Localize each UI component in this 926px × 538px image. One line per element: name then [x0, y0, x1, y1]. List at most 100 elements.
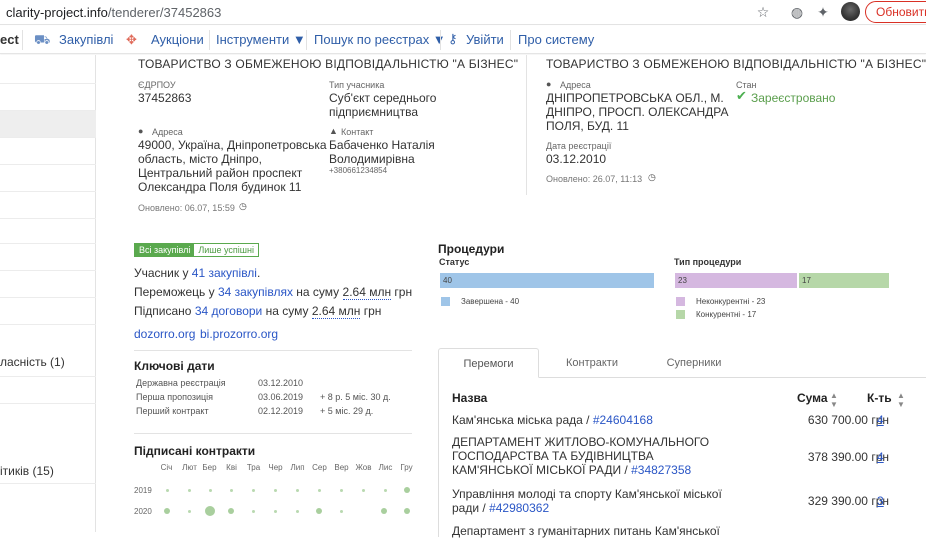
- address-bar[interactable]: clarity-project.info/tenderer/37452863: [6, 5, 221, 20]
- profile-avatar[interactable]: [841, 2, 860, 21]
- sort-icon[interactable]: ▲ ▼: [897, 391, 905, 409]
- dozorro-link[interactable]: dozorro.org: [134, 327, 195, 341]
- contract-dot[interactable]: [274, 510, 277, 513]
- address-line: Центральний район проспект: [138, 166, 303, 180]
- bookmark-star-icon[interactable]: ☆: [754, 3, 772, 21]
- all-tenders-toggle[interactable]: Всі закупівлі: [135, 244, 195, 256]
- contracts-sum[interactable]: 2.64 млн: [311, 304, 361, 319]
- type-bar-noncompetitive[interactable]: 23: [675, 273, 797, 288]
- table-row-name: Управління молоді та спорту Кам'янської …: [452, 487, 732, 515]
- sidebar-item[interactable]: [0, 219, 96, 244]
- globe-icon[interactable]: ◍: [788, 3, 806, 21]
- key-date-delta: + 5 міс. 29 д.: [320, 406, 374, 416]
- clock-icon[interactable]: ◷: [239, 201, 247, 212]
- sidebar-item[interactable]: [0, 244, 96, 271]
- tab-rivals[interactable]: Суперники: [644, 348, 744, 378]
- update-browser-button[interactable]: Обновить: [865, 1, 926, 23]
- tab-wins[interactable]: Перемоги: [438, 348, 539, 378]
- contract-dot[interactable]: [340, 510, 343, 513]
- clock-icon[interactable]: ◷: [648, 172, 656, 183]
- contract-dot[interactable]: [340, 489, 343, 492]
- stat-text: .: [256, 266, 261, 280]
- month-label: Бер: [202, 463, 217, 472]
- contract-dot[interactable]: [166, 489, 169, 492]
- bi-prozorro-link[interactable]: bi.prozorro.org: [200, 327, 278, 341]
- sidebar-item[interactable]: [0, 192, 96, 219]
- site-brand[interactable]: ect: [0, 32, 19, 47]
- filter-toggle: Всі закупівлі Лише успішні: [134, 243, 259, 257]
- nav-about[interactable]: Про систему: [518, 32, 594, 47]
- buyer-code-link[interactable]: #42980362: [489, 501, 549, 515]
- table-row-count[interactable]: 3: [877, 494, 884, 508]
- sidebar-item-ownership[interactable]: ласність (1): [0, 325, 96, 377]
- contract-dot[interactable]: [296, 510, 299, 513]
- sort-icon[interactable]: ▲ ▼: [830, 391, 838, 409]
- contract-dot[interactable]: [228, 508, 234, 514]
- contract-dot[interactable]: [384, 489, 387, 492]
- contracts-count-link[interactable]: 34 договори: [195, 304, 262, 318]
- tenders-count-link[interactable]: 41 закупівлі: [192, 266, 257, 280]
- extensions-puzzle-icon[interactable]: ✦: [814, 3, 832, 21]
- sidebar-item[interactable]: [0, 55, 96, 84]
- nav-tenders[interactable]: Закупівлі: [59, 32, 113, 47]
- type-bar-competitive[interactable]: 17: [799, 273, 889, 288]
- sidebar-item[interactable]: [0, 138, 96, 165]
- contact-label: Контакт: [341, 127, 374, 137]
- sidebar-item-politicians[interactable]: ітиків (15): [0, 404, 96, 484]
- month-label: Сер: [312, 463, 327, 472]
- sidebar-item[interactable]: [0, 271, 96, 298]
- month-label: Жов: [355, 463, 372, 472]
- nav-divider: [306, 30, 307, 50]
- contract-dot[interactable]: [188, 510, 191, 513]
- contract-dot[interactable]: [318, 489, 321, 492]
- contract-dot[interactable]: [164, 508, 170, 514]
- nav-login[interactable]: Увійти: [466, 32, 504, 47]
- tab-contracts[interactable]: Контракти: [542, 348, 642, 378]
- status-bar-completed[interactable]: 40: [440, 273, 654, 288]
- contract-dot[interactable]: [252, 489, 255, 492]
- contract-dot[interactable]: [296, 489, 299, 492]
- contract-dot[interactable]: [252, 510, 255, 513]
- contracts-stat: Підписано 34 договори на суму 2.64 млн г…: [134, 304, 382, 319]
- sidebar-item[interactable]: [0, 298, 96, 325]
- contact-name-link[interactable]: Бабаченко Наталія: [329, 138, 435, 152]
- key-date-delta: + 8 р. 5 міс. 30 д.: [320, 392, 391, 402]
- type-chart-title: Тип процедури: [674, 257, 742, 267]
- buyer-code-link[interactable]: #24604168: [593, 413, 653, 427]
- nav-registry-search[interactable]: Пошук по реєстрах ▼: [314, 32, 446, 47]
- contract-dot[interactable]: [316, 508, 322, 514]
- main-content: ТОВАРИСТВО З ОБМЕЖЕНОЮ ВІДПОВІДАЛЬНІСТЮ …: [96, 55, 926, 538]
- sidebar-item-active[interactable]: [0, 111, 96, 138]
- procedures-title: Процедури: [438, 242, 505, 256]
- table-row-count[interactable]: 4: [877, 450, 884, 464]
- successful-only-toggle[interactable]: Лише успішні: [194, 244, 258, 256]
- nav-auctions[interactable]: Аукціони: [151, 32, 204, 47]
- sidebar-item[interactable]: [0, 165, 96, 192]
- col-count-header[interactable]: К-ть: [867, 391, 892, 405]
- contract-dot[interactable]: [209, 489, 212, 492]
- contract-dot[interactable]: [381, 508, 387, 514]
- edrpou-label: ЄДРПОУ: [138, 80, 176, 90]
- stat-text: Переможець у: [134, 285, 218, 299]
- contract-dot[interactable]: [274, 489, 277, 492]
- sidebar-item[interactable]: [0, 377, 96, 404]
- contract-dot[interactable]: [205, 506, 215, 516]
- contact-name-link[interactable]: Володимирівна: [329, 152, 415, 166]
- wins-sum[interactable]: 2.64 млн: [342, 285, 392, 300]
- contract-dot[interactable]: [404, 487, 410, 493]
- wins-stat: Переможець у 34 закупівлях на суму 2.64 …: [134, 285, 412, 300]
- col-sum-header[interactable]: Сума: [797, 391, 828, 405]
- contract-dot[interactable]: [188, 489, 191, 492]
- month-label: Лип: [290, 463, 305, 472]
- wins-count-link[interactable]: 34 закупівлях: [218, 285, 293, 299]
- stat-text: грн: [360, 304, 382, 318]
- buyer-code-link[interactable]: #34827358: [631, 463, 691, 477]
- nav-tools[interactable]: Інструменти ▼: [216, 32, 306, 47]
- contract-dot[interactable]: [230, 489, 233, 492]
- contract-dot[interactable]: [362, 489, 365, 492]
- col-name-header[interactable]: Назва: [452, 391, 487, 405]
- sidebar-item[interactable]: [0, 84, 96, 111]
- contract-dot[interactable]: [404, 508, 410, 514]
- table-row-count[interactable]: 4: [877, 413, 884, 427]
- sidebar-item[interactable]: [0, 484, 96, 532]
